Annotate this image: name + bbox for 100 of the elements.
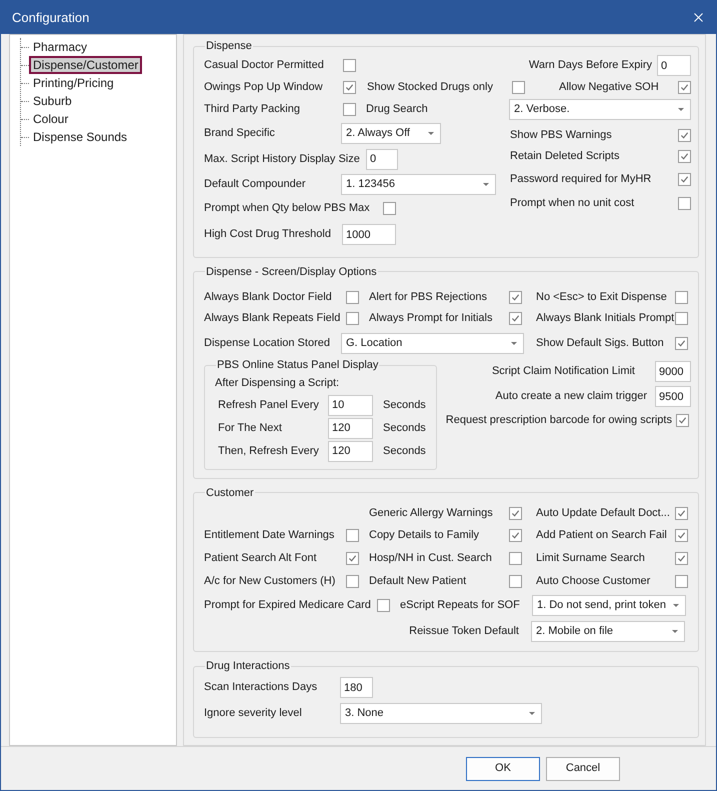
dropdown[interactable]: 1. Do not send, print token [532,595,686,616]
field-label: Limit Surname Search [536,551,645,566]
checkbox[interactable] [675,336,688,350]
checkbox[interactable] [346,290,359,304]
caret-icon [529,712,535,715]
number-field[interactable]: 10 [328,394,373,416]
number-field[interactable]: 0 [657,55,691,76]
field-label: Show Stocked Drugs only [367,80,493,96]
number-field[interactable]: 1000 [342,224,396,245]
check-icon [345,83,354,92]
check-icon [677,554,686,563]
checkbox[interactable] [675,506,688,520]
group-title: Drug Interactions [205,659,291,674]
checkbox[interactable] [675,529,688,542]
field-label: Prompt for Expired Medicare Card [204,598,371,614]
checkbox[interactable] [343,59,356,72]
checkbox[interactable] [377,599,390,612]
dropdown[interactable]: 2. Verbose. [509,99,691,120]
field-label: Generic Allergy Warnings [369,506,493,521]
checkbox[interactable] [343,81,356,94]
checkbox[interactable] [675,552,688,565]
number-field[interactable]: 120 [328,418,373,438]
check-icon [511,314,520,323]
checkbox[interactable] [675,290,688,304]
number-field[interactable]: 0 [366,148,398,170]
field-label: Seconds [383,420,426,436]
caret-icon [672,630,678,633]
checkbox[interactable] [675,575,688,588]
field-label: Show Default Sigs. Button [536,336,664,351]
caret-icon [483,182,489,186]
sidebar-item[interactable]: Suburb [29,94,76,108]
field-label: Ignore severity level [204,706,303,722]
checkbox[interactable] [512,81,525,94]
sidebar-item[interactable]: Dispense Sounds [29,130,132,144]
checkbox[interactable] [509,290,522,304]
field-label: Default New Patient [369,574,466,590]
number-field[interactable]: 9500 [655,386,691,407]
number-field[interactable]: 9000 [655,361,691,382]
field-label: Casual Doctor Permitted [204,58,324,74]
number-field[interactable]: 120 [328,440,373,462]
checkbox[interactable] [383,202,396,215]
checkbox[interactable] [675,312,688,325]
caret-icon [673,604,679,607]
check-icon [680,152,689,161]
checkbox[interactable] [343,103,356,116]
field-label: Third Party Packing [204,102,300,118]
field-label: Request prescription barcode for owing scripts [446,412,672,428]
field-label: Patient Search Alt Font [204,551,317,566]
field-label: Warn Days Before Expiry [528,58,652,74]
field-label: Always Blank Doctor Field [204,290,332,305]
checkbox[interactable] [676,414,689,426]
group-title: Dispense [205,39,253,54]
field-label: Seconds [383,444,426,459]
sidebar-item[interactable]: Pharmacy [29,40,92,54]
check-icon [511,531,520,540]
dropdown[interactable]: 1. 123456 [341,174,496,194]
dropdown[interactable]: 3. None [340,703,542,724]
checkbox[interactable] [509,552,522,565]
checkbox[interactable] [509,575,522,588]
checkbox[interactable] [509,312,522,325]
checkbox[interactable] [346,552,359,565]
number-field[interactable]: 180 [340,677,373,698]
dropdown[interactable]: G. Location [341,332,524,354]
check-icon [680,130,689,140]
panel-subtitle: After Dispensing a Script: [215,376,340,392]
field-label: Always Blank Repeats Field [204,311,340,326]
checkbox[interactable] [509,529,522,542]
dropdown[interactable]: 2. Mobile on file [531,621,685,642]
checkbox[interactable] [346,575,359,588]
caret-icon [511,342,517,344]
sidebar-item[interactable]: Colour [29,112,72,126]
checkbox[interactable] [678,197,691,210]
caret-icon [428,132,434,135]
checkbox[interactable] [346,529,359,542]
field-label: Always Blank Initials Prompt [536,311,674,326]
sidebar-item[interactable]: Dispense/Customer [29,56,142,74]
field-label: For The Next [218,420,283,436]
checkbox[interactable] [678,150,691,163]
field-label: Entitlement Date Warnings [204,528,334,544]
dialog-button[interactable]: OK [466,756,540,780]
checkbox[interactable] [509,506,522,520]
dropdown[interactable]: 2. Always Off [341,123,441,144]
group-title: Customer [205,486,255,500]
check-icon [680,83,689,92]
sidebar-item[interactable]: Printing/Pricing [29,76,118,90]
checkbox[interactable] [678,173,691,186]
field-label: Seconds [383,398,426,413]
field-label: Show PBS Warnings [510,128,612,143]
field-label: Reissue Token Default [409,624,519,640]
field-label: Auto Update Default Doct... [536,506,670,521]
field-label: Scan Interactions Days [204,680,318,696]
field-label: Prompt when no unit cost [510,196,634,212]
field-label: Password required for MyHR [510,172,652,188]
checkbox[interactable] [346,312,359,325]
checkbox[interactable] [678,81,691,94]
field-label: Copy Details to Family [369,528,480,544]
field-label: High Cost Drug Threshold [204,227,332,242]
dialog-button[interactable]: Cancel [546,756,620,780]
checkbox[interactable] [678,128,691,142]
check-icon [511,292,520,302]
